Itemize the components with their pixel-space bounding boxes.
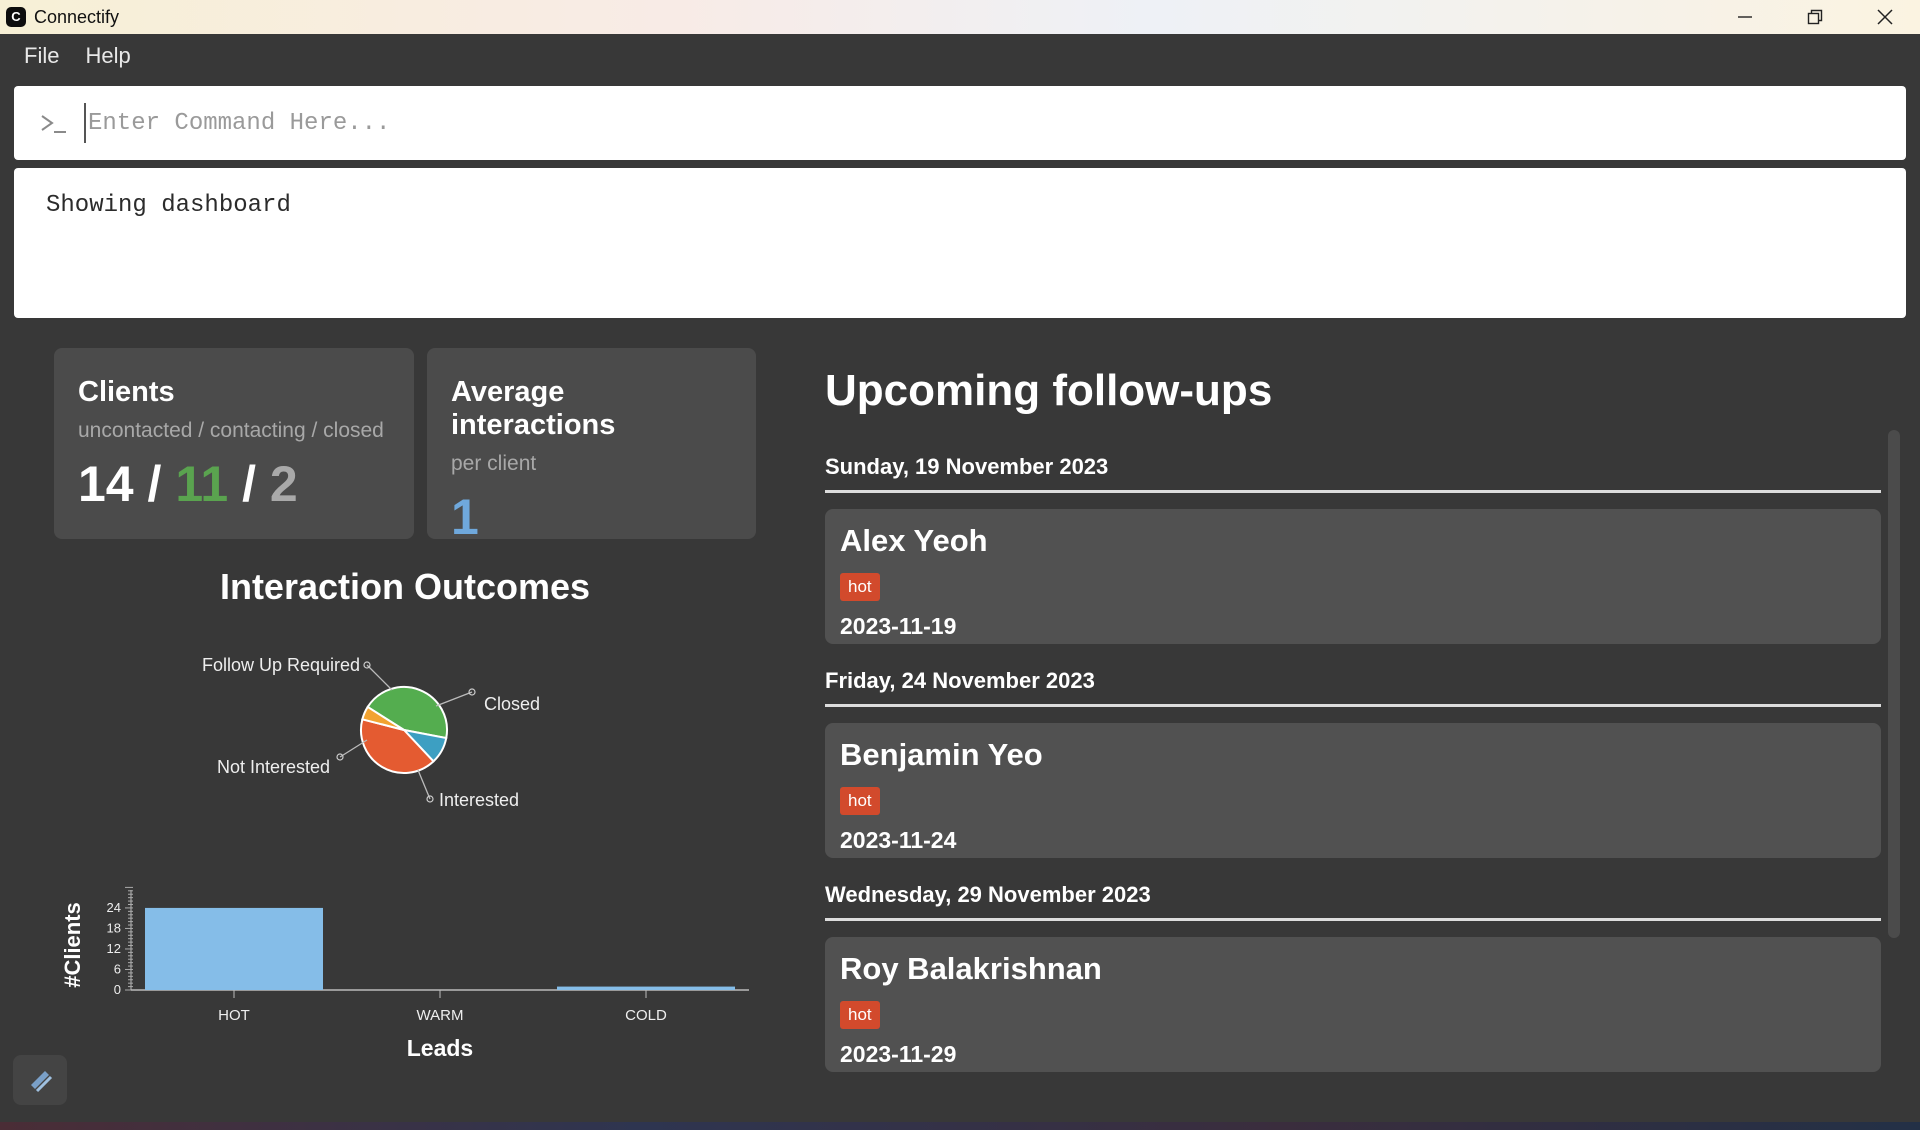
widget-logo-icon — [31, 1071, 53, 1093]
x-tick-label-cold: COLD — [625, 1007, 667, 1024]
followup-date: 2023-11-29 — [840, 1041, 957, 1067]
client-name: Roy Balakrishnan — [840, 951, 1102, 986]
minimize-button[interactable] — [1710, 0, 1780, 34]
lead-tag-badge: hot — [840, 787, 880, 815]
contacting-count: 11 — [175, 456, 229, 512]
followup-card[interactable]: Roy Balakrishnan hot 2023-11-29 — [825, 937, 1881, 1072]
followup-date-header: Wednesday, 29 November 2023 — [825, 858, 1881, 921]
average-interactions-card: Average interactions per client 1 — [427, 348, 756, 545]
uncontacted-count: 14 — [78, 456, 134, 512]
y-tick-label: 12 — [107, 941, 121, 956]
followup-card[interactable]: Benjamin Yeo hot 2023-11-24 — [825, 723, 1881, 858]
pie-leader-line-interested — [417, 769, 431, 800]
value-separator: / — [147, 456, 162, 512]
restore-button[interactable] — [1780, 0, 1850, 34]
app-logo-icon: C — [6, 7, 26, 27]
y-tick-label: 0 — [114, 982, 121, 997]
client-name: Benjamin Yeo — [840, 737, 1043, 772]
avg-card-subtitle: per client — [451, 452, 537, 475]
client-name: Alex Yeoh — [840, 523, 988, 558]
pie-label-not-interested: Not Interested — [217, 757, 331, 777]
pie-leader-line-closed — [435, 691, 473, 707]
pie-chart-title: Interaction Outcomes — [219, 566, 591, 607]
lead-tag-badge: hot — [840, 1001, 880, 1029]
followup-date: 2023-11-24 — [840, 827, 957, 853]
menu-file[interactable]: File — [24, 43, 59, 69]
menu-help[interactable]: Help — [85, 43, 130, 69]
avg-card-value: 1 — [451, 489, 479, 545]
followup-date-header: Sunday, 19 November 2023 — [825, 430, 1881, 493]
followup-date: 2023-11-19 — [840, 613, 957, 639]
terminal-prompt-icon — [41, 115, 66, 133]
minimize-icon — [1738, 16, 1752, 18]
y-tick-label: 6 — [114, 961, 121, 976]
followup-group: Sunday, 19 November 2023 Alex Yeoh hot 2… — [825, 430, 1881, 644]
result-display: Showing dashboard — [14, 168, 1906, 318]
followups-title: Upcoming follow-ups — [825, 366, 1273, 415]
window-title: Connectify — [34, 6, 120, 27]
followup-group: Wednesday, 29 November 2023 Roy Balakris… — [825, 858, 1881, 1072]
clients-stat-card: Clients uncontacted / contacting / close… — [54, 348, 414, 539]
taskbar-widget-icon[interactable] — [13, 1055, 67, 1105]
followups-scrollbar[interactable] — [1888, 430, 1900, 938]
x-tick-label-hot: HOT — [218, 1007, 250, 1024]
followup-group: Friday, 24 November 2023 Benjamin Yeo ho… — [825, 644, 1881, 858]
x-axis-label: Leads — [407, 1035, 473, 1061]
closed-count: 2 — [269, 456, 298, 512]
y-tick-label: 24 — [107, 900, 121, 915]
lead-tag-badge: hot — [840, 573, 880, 601]
followup-date-header: Friday, 24 November 2023 — [825, 644, 1881, 707]
command-box — [14, 86, 1906, 160]
pie-label-follow-up: Follow Up Required — [202, 655, 361, 675]
restore-icon — [1807, 9, 1823, 25]
window-controls — [1710, 0, 1920, 34]
x-tick-label-warm: WARM — [417, 1007, 464, 1024]
pie-label-closed: Closed — [484, 694, 541, 714]
taskbar-strip — [0, 1122, 1920, 1130]
clients-card-title: Clients — [78, 376, 175, 408]
bar-hot — [145, 907, 323, 990]
close-button[interactable] — [1850, 0, 1920, 34]
pie-leader-line-not-interested — [339, 739, 368, 758]
pie-label-interested: Interested — [439, 790, 520, 810]
followup-card[interactable]: Alex Yeoh hot 2023-11-19 — [825, 509, 1881, 644]
y-tick-label: 18 — [107, 920, 121, 935]
clients-card-subtitle: uncontacted / contacting / closed — [78, 419, 384, 442]
leads-bar-chart: 0 6 12 18 24 HOT WARM COLD Leads #Clients — [60, 886, 749, 1061]
title-bar: C Connectify — [0, 0, 1920, 34]
close-icon — [1877, 9, 1893, 25]
command-input[interactable] — [84, 103, 1864, 143]
pie-leader-line-follow-up — [366, 664, 393, 691]
result-text: Showing dashboard — [46, 192, 291, 219]
menu-bar: File Help — [0, 34, 1920, 78]
avg-card-title: Average interactions — [451, 376, 616, 441]
value-separator: / — [242, 456, 257, 512]
y-axis-label: #Clients — [60, 902, 85, 988]
followups-list: Sunday, 19 November 2023 Alex Yeoh hot 2… — [825, 430, 1881, 1130]
clients-card-values: 14 / 11 / 2 — [78, 455, 390, 513]
bar-cold — [557, 986, 735, 990]
